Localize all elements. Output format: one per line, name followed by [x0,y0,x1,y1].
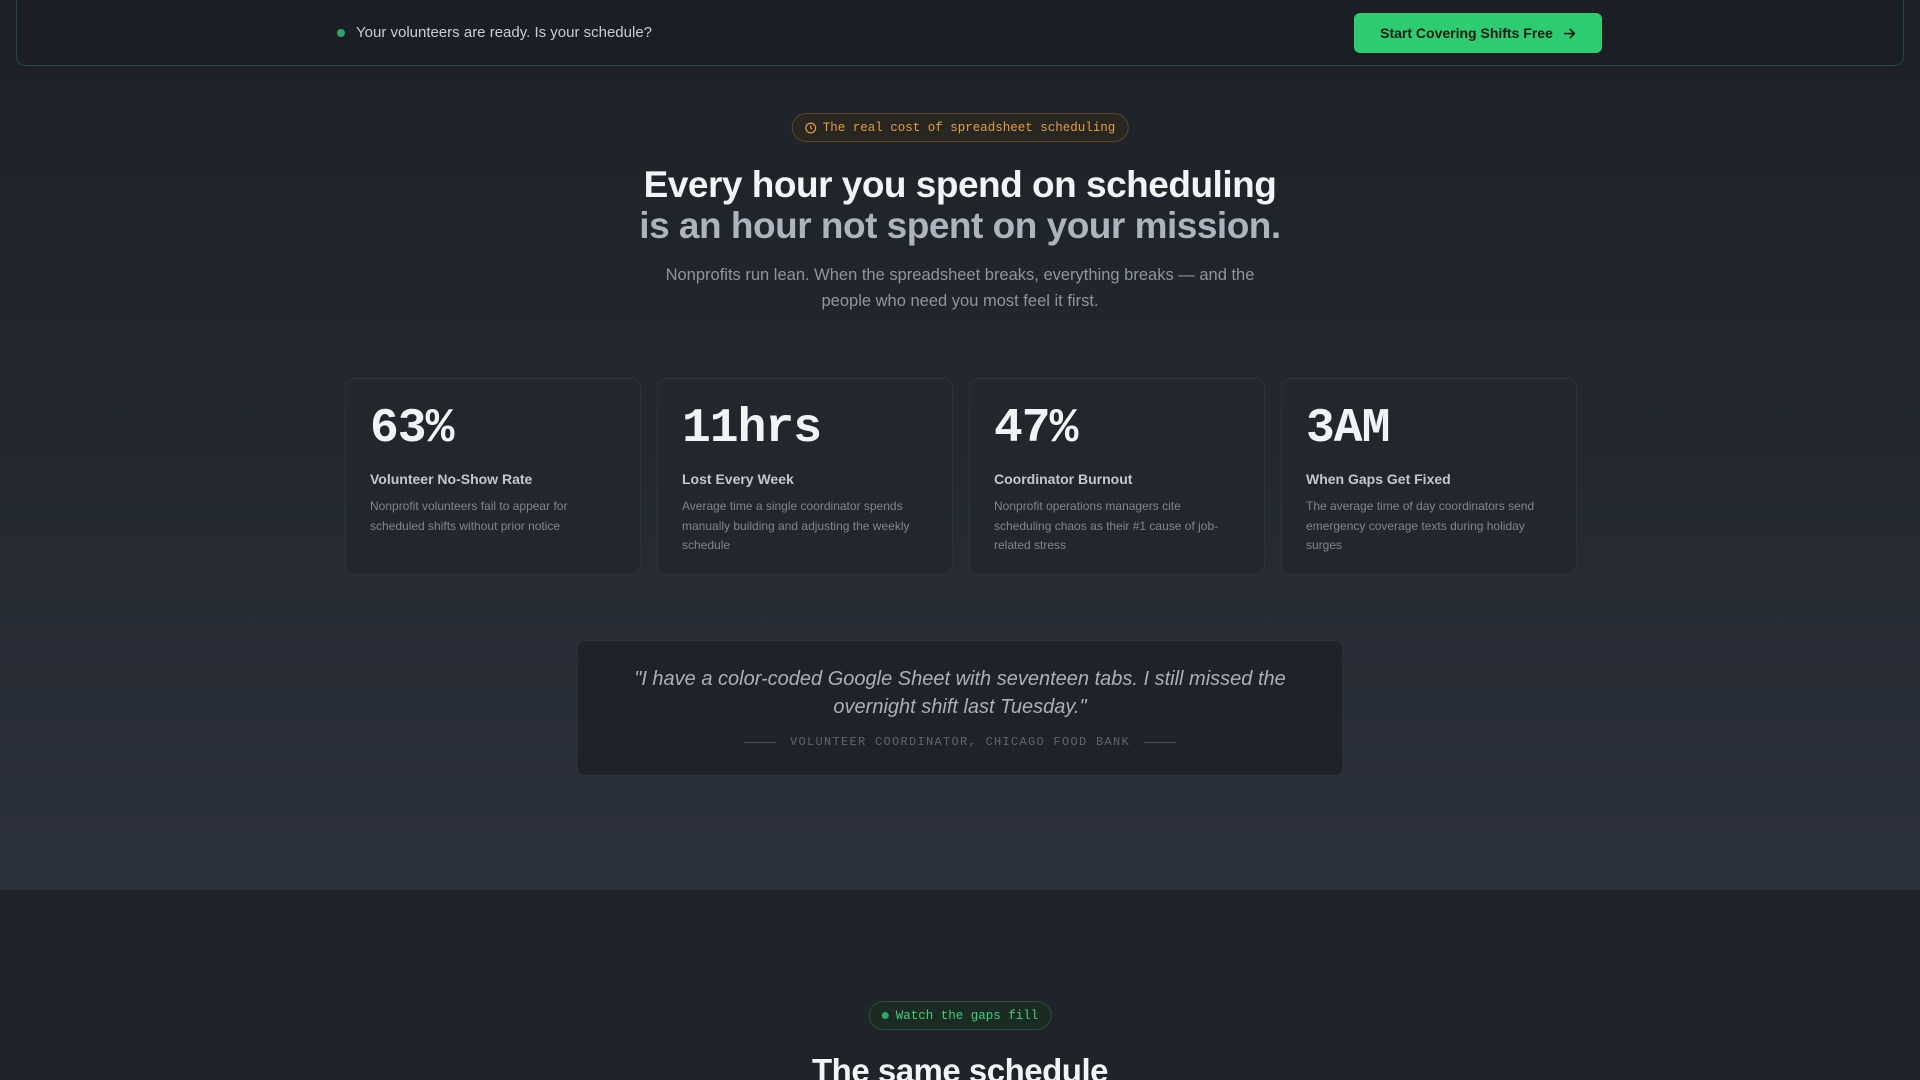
section-title: The same schedule [812,1052,1108,1080]
stat-description: Nonprofit volunteers fail to appear for … [370,499,568,533]
attribution-text: VOLUNTEER COORDINATOR, CHICAGO FOOD BANK [789,735,1131,749]
stat-value: 63% [370,402,454,456]
quote-attribution: VOLUNTEER COORDINATOR, CHICAGO FOOD BANK [578,735,1342,749]
stat-card: 47% Coordinator Burnout Nonprofit operat… [969,378,1265,575]
watch-badge-text: Watch the gaps fill [895,1008,1039,1023]
start-covering-shifts-button[interactable]: Start Covering Shifts Free [1354,13,1602,53]
arrow-right-icon [1563,28,1576,38]
section-badge: The real cost of spreadsheet scheduling [791,113,1129,142]
badge-text: The real cost of spreadsheet scheduling [822,120,1116,135]
stat-label: When Gaps Get Fixed [1306,471,1451,487]
announcement-bar: Your volunteers are ready. Is your sched… [16,0,1904,66]
stat-label: Volunteer No-Show Rate [370,471,533,487]
quote-text: "I have a color-coded Google Sheet with … [634,668,1286,718]
stat-value: 3AM [1306,402,1390,456]
stat-description: Average time a single coordinator spends… [682,499,910,552]
stat-description: The average time of day coordinators sen… [1306,499,1535,552]
stat-card: 63% Volunteer No-Show Rate Nonprofit vol… [345,378,641,575]
divider [743,741,776,743]
watch-badge: Watch the gaps fill [868,1001,1052,1030]
hero-subtitle: Nonprofits run lean. When the spreadshee… [665,266,1255,310]
status-dot [337,29,345,37]
stat-card: 3AM When Gaps Get Fixed The average time… [1281,378,1577,575]
clock-icon [805,122,817,133]
testimonial-quote: "I have a color-coded Google Sheet with … [577,640,1343,776]
announcement-text: Your volunteers are ready. Is your sched… [356,24,653,41]
stat-label: Coordinator Burnout [994,471,1133,487]
stat-card: 11hrs Lost Every Week Average time a sin… [657,378,953,575]
cta-label: Start Covering Shifts Free [1380,25,1553,41]
headline-secondary: is an hour not spent on your mission. [639,205,1281,246]
stat-value: 11hrs [682,402,822,456]
divider [1144,741,1177,743]
stat-label: Lost Every Week [682,471,794,487]
stat-value: 47% [994,402,1078,456]
stat-description: Nonprofit operations managers cite sched… [994,499,1219,552]
status-dot [881,1012,889,1019]
headline-primary: Every hour you spend on scheduling [643,164,1277,205]
